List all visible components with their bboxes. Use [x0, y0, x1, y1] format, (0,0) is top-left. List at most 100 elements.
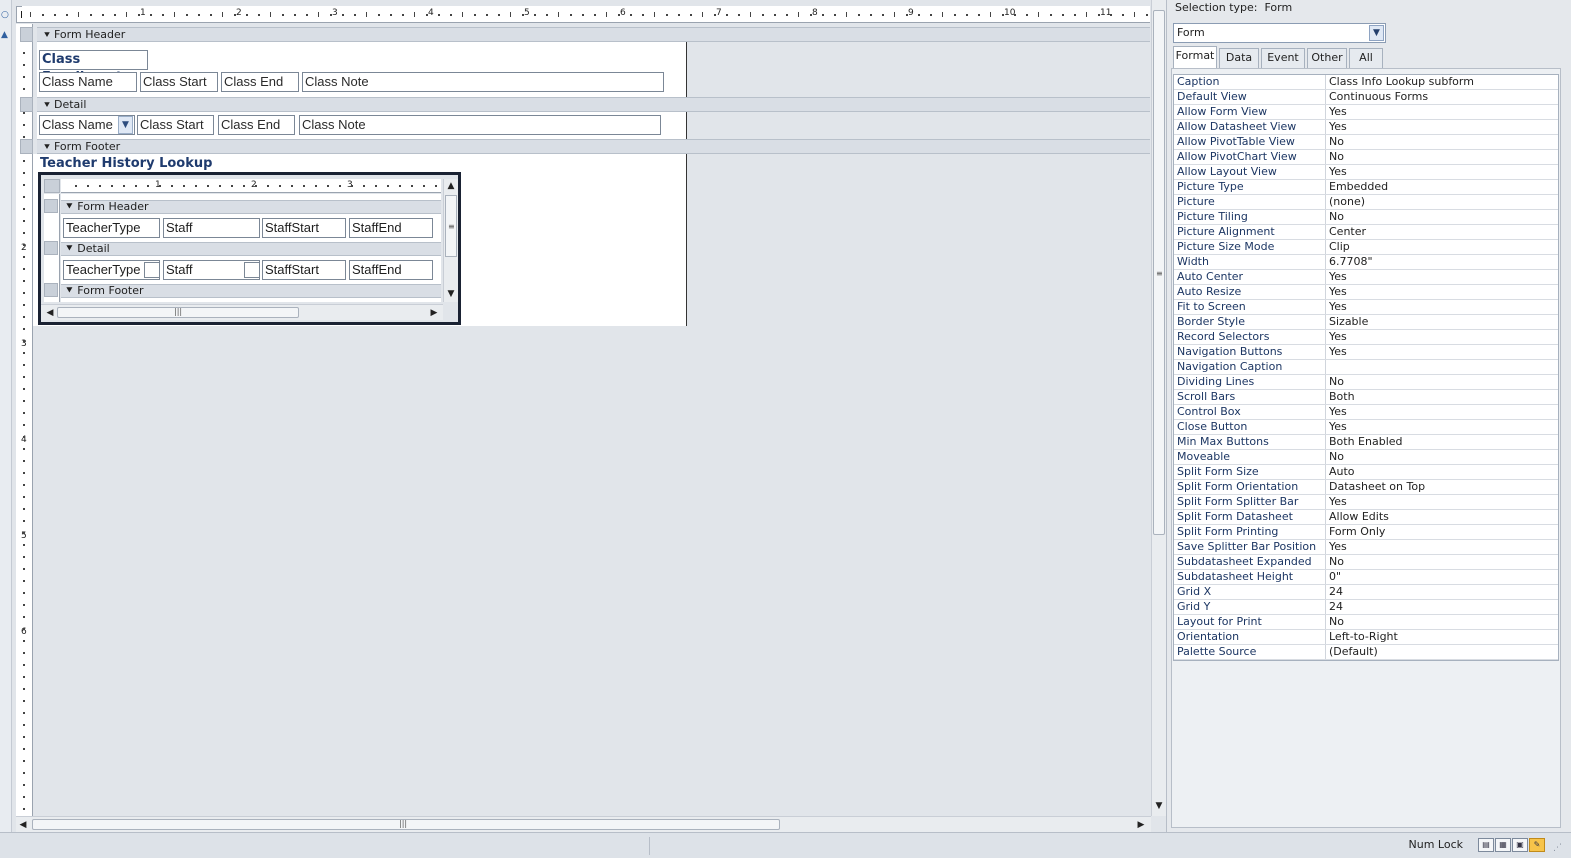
- object-select[interactable]: Form ▼: [1173, 23, 1386, 43]
- property-row[interactable]: Caption Class Info Lookup subform: [1174, 75, 1558, 90]
- property-row[interactable]: Allow Layout View Yes: [1174, 165, 1558, 180]
- property-row[interactable]: Fit to Screen Yes: [1174, 300, 1558, 315]
- subform-horizontal-scrollbar[interactable]: ◀ ||| ▶: [41, 304, 443, 320]
- combo-dropdown-icon[interactable]: ▼: [118, 116, 133, 134]
- field-class-end[interactable]: Class End: [218, 115, 295, 135]
- property-row[interactable]: Split Form Splitter Bar Yes: [1174, 495, 1558, 510]
- subform-vscroll-thumb[interactable]: ≡: [445, 195, 457, 257]
- designer-vertical-scrollbar[interactable]: ≡ ▼: [1151, 0, 1166, 816]
- property-value[interactable]: 6.7708": [1326, 255, 1558, 269]
- subform-control[interactable]: 123 ⯆ Form Header TeacherType Staff Staf…: [38, 172, 461, 325]
- sub-header-staffend[interactable]: StaffEnd: [349, 218, 433, 238]
- property-value[interactable]: No: [1326, 150, 1558, 164]
- property-row[interactable]: Split Form Printing Form Only: [1174, 525, 1558, 540]
- subform-header-selector[interactable]: [44, 199, 58, 213]
- property-value[interactable]: Yes: [1326, 270, 1558, 284]
- property-value[interactable]: Form Only: [1326, 525, 1558, 539]
- tab-all[interactable]: All: [1349, 48, 1383, 68]
- subform-header-bar[interactable]: ⯆ Form Header: [61, 200, 441, 214]
- property-row[interactable]: Record Selectors Yes: [1174, 330, 1558, 345]
- property-row[interactable]: Default View Continuous Forms: [1174, 90, 1558, 105]
- layout-view-icon[interactable]: ▣: [1512, 838, 1528, 852]
- property-value[interactable]: Both Enabled: [1326, 435, 1558, 449]
- field-class-start[interactable]: Class Start: [137, 115, 214, 135]
- property-value[interactable]: No: [1326, 135, 1558, 149]
- property-value[interactable]: No: [1326, 555, 1558, 569]
- scroll-up-arrow-icon[interactable]: ▲: [444, 179, 458, 193]
- sub-field-staffstart[interactable]: StaffStart: [262, 260, 346, 280]
- property-value[interactable]: Embedded: [1326, 180, 1558, 194]
- property-value[interactable]: Continuous Forms: [1326, 90, 1558, 104]
- scroll-down-arrow-icon[interactable]: ▼: [444, 287, 458, 301]
- subform-ruler-corner[interactable]: [44, 179, 60, 193]
- property-row[interactable]: Picture Tiling No: [1174, 210, 1558, 225]
- property-value[interactable]: Clip: [1326, 240, 1558, 254]
- property-value[interactable]: 24: [1326, 585, 1558, 599]
- sub-field-staff-checkbox[interactable]: [244, 262, 260, 278]
- resize-grip-icon[interactable]: ⋰: [1553, 843, 1562, 853]
- property-value[interactable]: Yes: [1326, 420, 1558, 434]
- property-row[interactable]: Grid Y 24: [1174, 600, 1558, 615]
- scroll-down-arrow-icon[interactable]: ▼: [1152, 799, 1166, 813]
- property-value[interactable]: Yes: [1326, 540, 1558, 554]
- property-row[interactable]: Close Button Yes: [1174, 420, 1558, 435]
- tab-event[interactable]: Event: [1261, 48, 1305, 68]
- property-value[interactable]: No: [1326, 210, 1558, 224]
- property-value[interactable]: Class Info Lookup subform: [1326, 75, 1558, 89]
- field-class-note[interactable]: Class Note: [299, 115, 661, 135]
- scroll-right-arrow-icon[interactable]: ▶: [1134, 818, 1148, 832]
- subform-detail-bar[interactable]: ⯆ Detail: [61, 242, 441, 256]
- form-title-label[interactable]: Class Enrollment: [39, 50, 148, 85]
- datasheet-view-icon[interactable]: ▦: [1495, 838, 1511, 852]
- header-label-class-name[interactable]: Class Name: [39, 72, 137, 92]
- header-label-class-end[interactable]: Class End: [221, 72, 299, 92]
- sub-field-staffend[interactable]: StaffEnd: [349, 260, 433, 280]
- designer-horizontal-scrollbar[interactable]: ◀ ||| ▶: [16, 816, 1151, 832]
- property-row[interactable]: Auto Center Yes: [1174, 270, 1558, 285]
- property-value[interactable]: [1326, 360, 1558, 374]
- detail-bar[interactable]: ⯆ Detail: [37, 97, 1150, 112]
- property-value[interactable]: Allow Edits: [1326, 510, 1558, 524]
- subform-vertical-scrollbar[interactable]: ▲ ≡ ▼: [443, 179, 458, 302]
- property-row[interactable]: Grid X 24: [1174, 585, 1558, 600]
- tab-data[interactable]: Data: [1219, 48, 1259, 68]
- property-row[interactable]: Min Max Buttons Both Enabled: [1174, 435, 1558, 450]
- designer-hscroll-thumb[interactable]: |||: [32, 819, 780, 830]
- footer-title-label[interactable]: Teacher History Lookup: [40, 156, 212, 171]
- property-value[interactable]: 24: [1326, 600, 1558, 614]
- scroll-right-arrow-icon[interactable]: ▶: [427, 306, 441, 320]
- property-row[interactable]: Allow PivotChart View No: [1174, 150, 1558, 165]
- property-row[interactable]: Navigation Buttons Yes: [1174, 345, 1558, 360]
- property-value[interactable]: Yes: [1326, 345, 1558, 359]
- form-footer-bar[interactable]: ⯆ Form Footer: [37, 139, 1150, 154]
- tab-format[interactable]: Format: [1173, 46, 1217, 68]
- header-section-selector[interactable]: [20, 27, 33, 42]
- property-value[interactable]: Yes: [1326, 300, 1558, 314]
- property-row[interactable]: Border Style Sizable: [1174, 315, 1558, 330]
- sub-header-staff[interactable]: Staff: [163, 218, 260, 238]
- property-row[interactable]: Allow Form View Yes: [1174, 105, 1558, 120]
- property-row[interactable]: Picture (none): [1174, 195, 1558, 210]
- property-value[interactable]: Datasheet on Top: [1326, 480, 1558, 494]
- property-row[interactable]: Allow PivotTable View No: [1174, 135, 1558, 150]
- property-value[interactable]: No: [1326, 375, 1558, 389]
- property-row[interactable]: Subdatasheet Height 0": [1174, 570, 1558, 585]
- property-value[interactable]: Yes: [1326, 330, 1558, 344]
- property-row[interactable]: Picture Alignment Center: [1174, 225, 1558, 240]
- form-view-icon[interactable]: ▤: [1478, 838, 1494, 852]
- property-value[interactable]: Yes: [1326, 285, 1558, 299]
- property-row[interactable]: Split Form Orientation Datasheet on Top: [1174, 480, 1558, 495]
- detail-section-selector[interactable]: [20, 97, 33, 112]
- property-row[interactable]: Width 6.7708": [1174, 255, 1558, 270]
- property-value[interactable]: (none): [1326, 195, 1558, 209]
- property-value[interactable]: Center: [1326, 225, 1558, 239]
- sub-header-teachertype[interactable]: TeacherType: [63, 218, 160, 238]
- sub-header-staffstart[interactable]: StaffStart: [262, 218, 346, 238]
- chevron-down-icon[interactable]: ▼: [1369, 25, 1384, 41]
- header-label-class-note[interactable]: Class Note: [302, 72, 664, 92]
- property-value[interactable]: Yes: [1326, 165, 1558, 179]
- property-row[interactable]: Split Form Datasheet Allow Edits: [1174, 510, 1558, 525]
- subform-hscroll-thumb[interactable]: |||: [57, 307, 299, 318]
- property-row[interactable]: Picture Size Mode Clip: [1174, 240, 1558, 255]
- property-row[interactable]: Split Form Size Auto: [1174, 465, 1558, 480]
